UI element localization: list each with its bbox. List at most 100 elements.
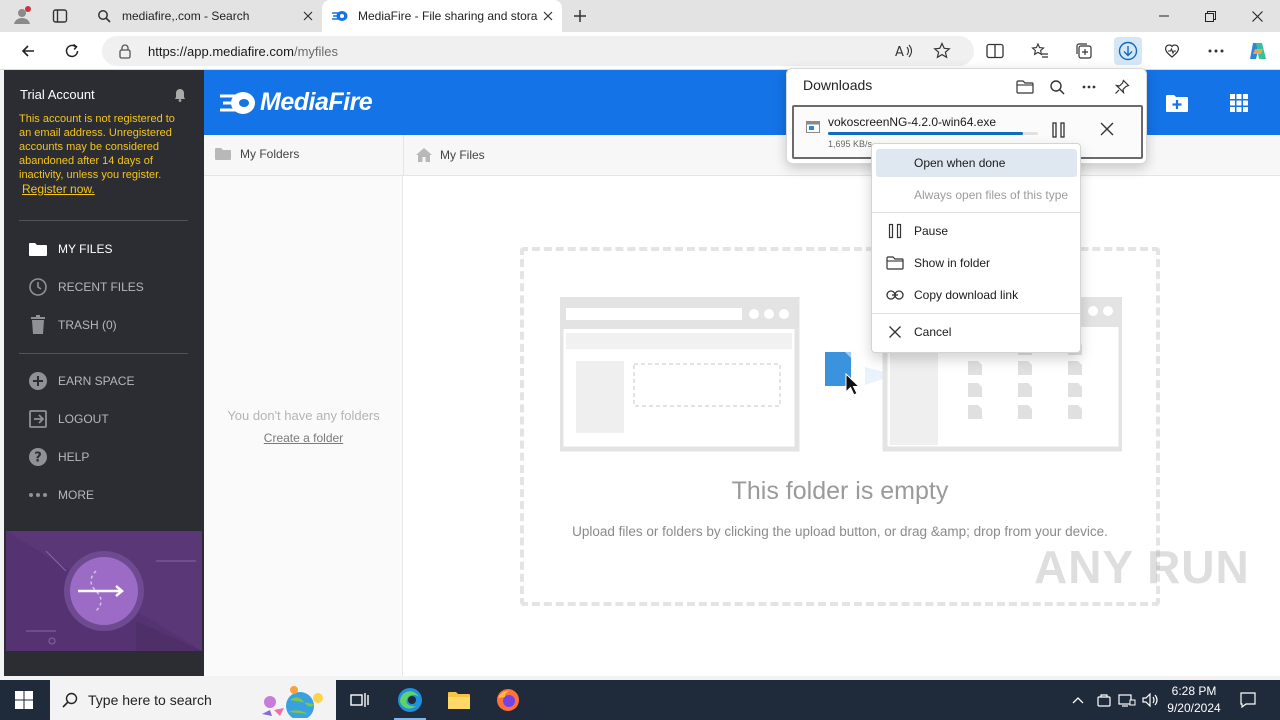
show-hidden-icons[interactable] — [1068, 680, 1088, 720]
breadcrumb-label: My Files — [440, 148, 485, 162]
read-aloud-icon[interactable]: A — [890, 37, 918, 65]
menu-item-copy-link[interactable]: Copy download link — [876, 281, 1077, 309]
tab-search[interactable]: mediafire,.com - Search — [86, 0, 322, 32]
menu-item-show-in-folder[interactable]: Show in folder — [876, 249, 1077, 277]
profile-icon[interactable] — [8, 2, 36, 30]
mediafire-favicon — [332, 8, 348, 24]
back-icon[interactable] — [14, 37, 42, 65]
menu-divider — [872, 313, 1080, 314]
exe-file-icon — [806, 121, 820, 133]
restore-icon[interactable] — [1187, 0, 1233, 32]
address-bar[interactable]: https://app.mediafire.com/myfiles — [102, 36, 974, 66]
menu-item-label: Copy download link — [914, 288, 1019, 302]
url-text: https://app.mediafire.com/myfiles — [148, 44, 338, 59]
mediafire-logo[interactable]: MediaFire — [220, 88, 373, 117]
clock-time: 6:28 PM — [1171, 684, 1217, 698]
sidebar-item-recent-files[interactable]: RECENT FILES — [26, 276, 144, 298]
folder-pane: You don't have any folders Create a fold… — [204, 176, 403, 676]
lock-icon[interactable] — [118, 43, 132, 59]
sidebar-item-my-files[interactable]: MY FILES — [26, 238, 112, 260]
clock-icon — [26, 276, 50, 298]
downloads-icon[interactable] — [1114, 37, 1142, 65]
download-context-menu: Open when done Always open files of this… — [871, 143, 1081, 353]
promo-banner[interactable] — [6, 531, 202, 651]
pin-icon[interactable] — [1110, 75, 1134, 99]
search-icon — [96, 8, 112, 24]
menu-item-always-open[interactable]: Always open files of this type — [876, 181, 1077, 209]
sidebar-item-logout[interactable]: LOGOUT — [26, 408, 109, 430]
breadcrumb[interactable]: My Files — [416, 148, 485, 162]
new-tab-icon[interactable] — [566, 2, 594, 30]
account-warning: This account is not registered to an ema… — [19, 112, 184, 197]
new-folder-icon[interactable] — [1164, 90, 1190, 116]
windows-start-icon[interactable] — [0, 680, 48, 720]
folder-icon — [214, 147, 232, 161]
menu-item-label: Show in folder — [914, 256, 991, 270]
tab-mediafire[interactable]: MediaFire - File sharing and stora — [322, 0, 562, 32]
more-icon — [26, 484, 50, 506]
taskbar-clock[interactable]: 6:28 PM 9/20/2024 — [1164, 683, 1224, 717]
more-options-icon[interactable] — [1077, 75, 1101, 99]
copilot-icon[interactable] — [1244, 37, 1272, 65]
folder-open-icon — [876, 256, 914, 270]
sidebar-item-earn-space[interactable]: EARN SPACE — [26, 370, 134, 392]
split-screen-icon[interactable] — [981, 37, 1009, 65]
download-speed: 1,695 KB/s — [828, 139, 873, 149]
logo-text: MediaFire — [260, 88, 373, 116]
menu-item-label: Cancel — [914, 325, 952, 339]
download-progress-fill — [828, 132, 1024, 135]
register-link[interactable]: Register now. — [22, 182, 95, 196]
plus-circle-icon — [26, 370, 50, 392]
close-tab-icon[interactable] — [300, 8, 316, 24]
menu-item-pause[interactable]: Pause — [876, 217, 1077, 245]
task-view-icon[interactable] — [336, 680, 384, 720]
edge-taskbar-icon[interactable] — [386, 680, 434, 720]
minimize-icon[interactable] — [1141, 0, 1187, 32]
menu-item-label: Open when done — [914, 156, 1006, 170]
settings-more-icon[interactable] — [1202, 37, 1230, 65]
browser-essentials-icon[interactable] — [1158, 37, 1186, 65]
mediafire-logo-icon — [220, 90, 256, 116]
open-folder-icon[interactable] — [1013, 75, 1037, 99]
downloads-title: Downloads — [803, 77, 873, 93]
bell-icon[interactable] — [174, 88, 186, 102]
menu-divider — [872, 212, 1080, 213]
menu-item-open-when-done[interactable]: Open when done — [876, 149, 1077, 177]
sidebar-item-trash[interactable]: TRASH (0) — [26, 314, 117, 336]
file-explorer-icon[interactable] — [435, 680, 483, 720]
search-downloads-icon[interactable] — [1045, 75, 1069, 99]
collections-icon[interactable] — [1070, 37, 1098, 65]
taskbar-search-box[interactable]: Type here to search — [50, 680, 336, 720]
watermark: ANY RUN — [1034, 541, 1250, 593]
cancel-download-icon[interactable] — [1100, 122, 1114, 136]
my-folders-heading[interactable]: My Folders — [214, 147, 299, 161]
firefox-icon[interactable] — [484, 680, 532, 720]
menu-item-cancel[interactable]: Cancel — [876, 318, 1077, 346]
sidebar-item-more[interactable]: MORE — [26, 484, 94, 506]
notification-icon[interactable] — [1234, 680, 1262, 720]
account-title: Trial Account — [20, 87, 95, 102]
close-tab-icon[interactable] — [540, 8, 556, 24]
refresh-icon[interactable] — [58, 37, 86, 65]
favorites-icon[interactable] — [1026, 37, 1054, 65]
favorite-star-icon[interactable] — [928, 37, 956, 65]
tab-actions-icon[interactable] — [46, 2, 74, 30]
divider — [403, 135, 404, 176]
my-folders-label: My Folders — [240, 147, 300, 161]
address-toolbar: https://app.mediafire.com/myfiles A — [0, 32, 1280, 70]
network-icon[interactable] — [1116, 680, 1138, 720]
security-tray-icon[interactable] — [1094, 680, 1114, 720]
divider — [19, 220, 188, 221]
url-path: /myfiles — [293, 44, 339, 59]
sidebar-item-help[interactable]: ? HELP — [26, 446, 89, 468]
pause-icon[interactable] — [1050, 121, 1068, 139]
divider — [19, 353, 188, 354]
grid-view-icon[interactable] — [1226, 90, 1252, 116]
create-folder-link[interactable]: Create a folder — [204, 431, 403, 445]
mouse-cursor-icon — [845, 373, 859, 396]
volume-icon[interactable] — [1140, 680, 1162, 720]
tab-title: MediaFire - File sharing and stora — [358, 9, 538, 23]
close-window-icon[interactable] — [1234, 0, 1280, 32]
sidebar-item-label: TRASH (0) — [58, 318, 117, 332]
no-folders-text: You don't have any folders — [227, 408, 380, 423]
